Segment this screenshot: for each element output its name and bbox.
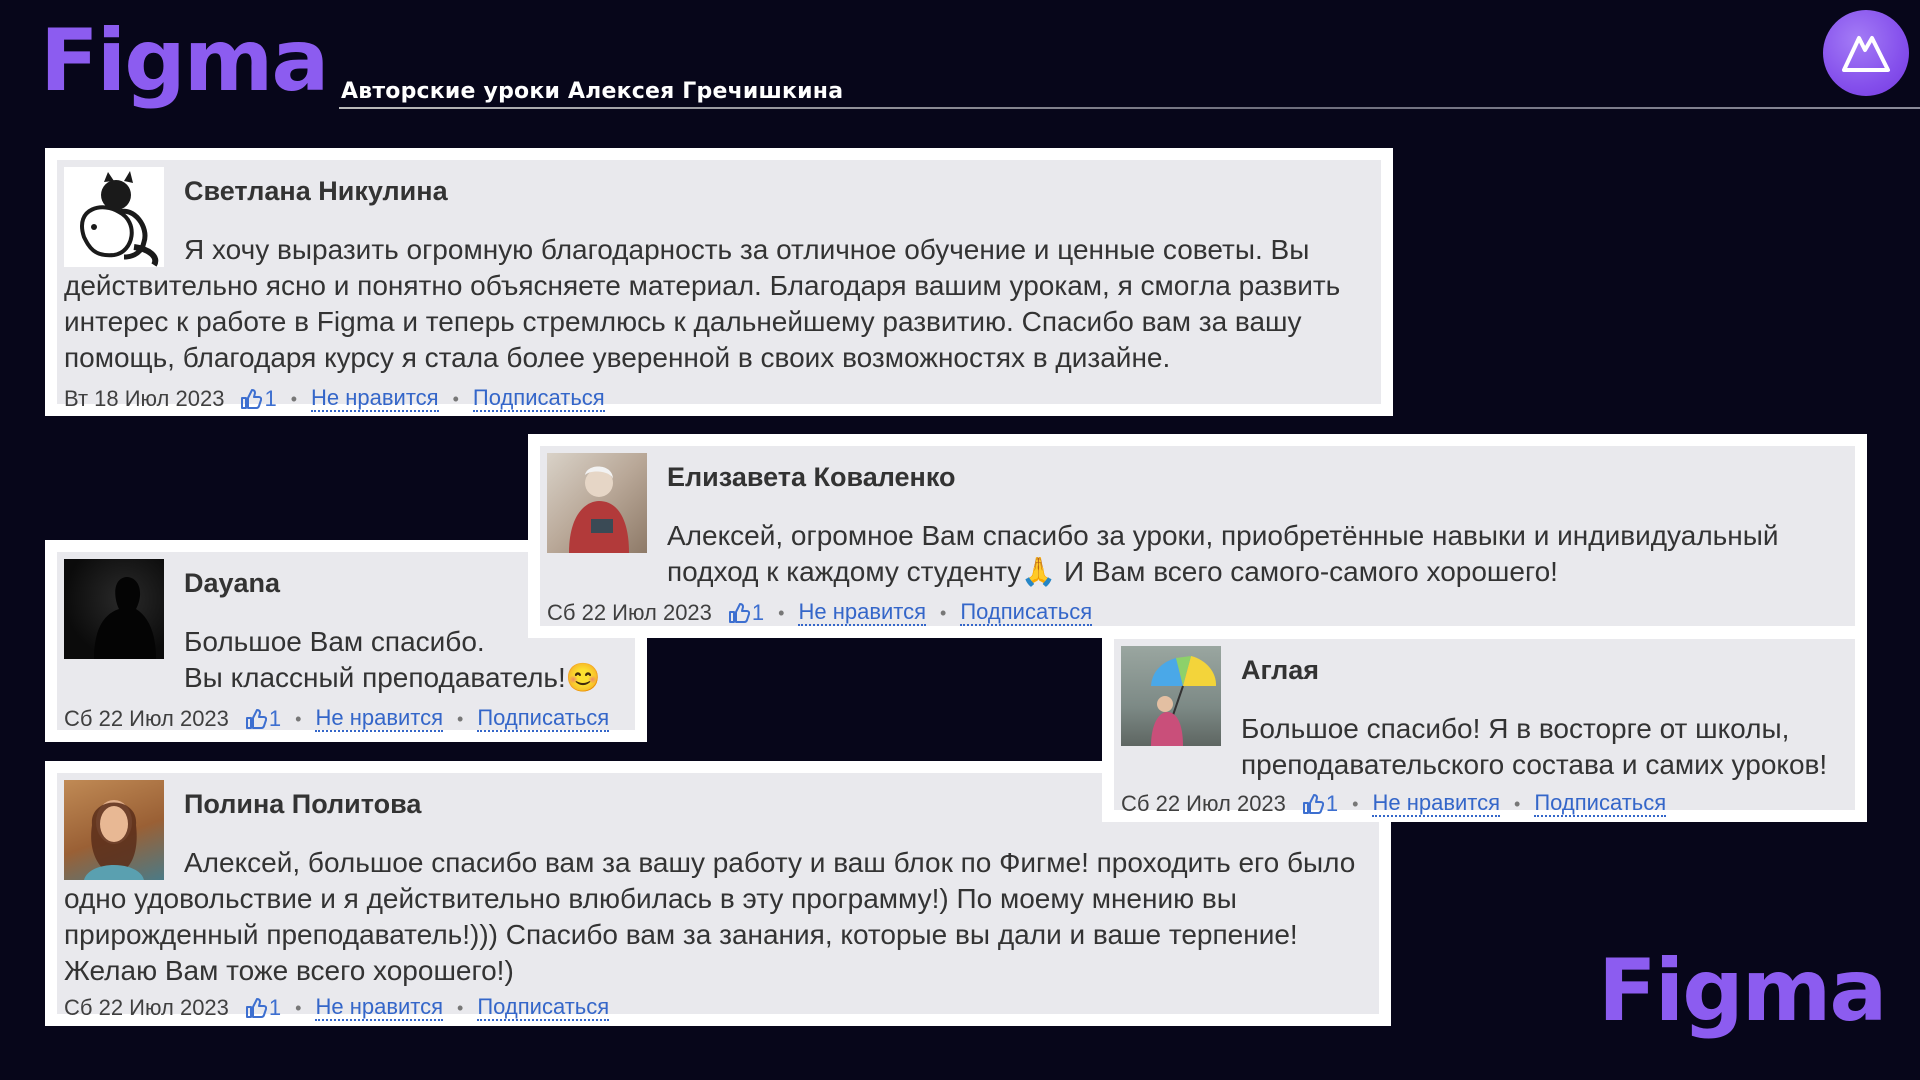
review-text: Алексей, огромное Вам спасибо за уроки, … xyxy=(667,518,1778,590)
review-card: Елизавета Коваленко Алексей, огромное Ва… xyxy=(528,434,1867,638)
separator-dot: • xyxy=(452,388,459,409)
like-button[interactable]: 1 xyxy=(245,706,281,732)
review-line: Большое спасибо! Я в восторге от школы, xyxy=(1241,713,1790,744)
header-divider xyxy=(339,107,1920,109)
review-card: Аглая Большое спасибо! Я в восторге от ш… xyxy=(1102,627,1867,822)
review-date: Сб 22 Июл 2023 xyxy=(64,995,229,1020)
separator-dot: • xyxy=(1352,793,1359,814)
review-text: Алексей, большое спасибо вам за вашу раб… xyxy=(64,847,1356,986)
like-count: 1 xyxy=(751,600,765,625)
review-date: Вт 18 Июл 2023 xyxy=(64,386,225,411)
review-text: Большое спасибо! Я в восторге от школы, … xyxy=(1241,711,1827,783)
review-date: Сб 22 Июл 2023 xyxy=(547,600,712,625)
thumbs-up-icon xyxy=(728,603,750,623)
mountain-logo-icon xyxy=(1842,36,1890,72)
dislike-link[interactable]: Не нравится xyxy=(798,600,927,626)
like-button[interactable]: 1 xyxy=(1302,791,1338,817)
thumbs-up-icon xyxy=(1302,794,1324,814)
like-count: 1 xyxy=(1325,791,1339,816)
review-meta: Вт 18 Июл 2023 1 • Не нравится • Подписа… xyxy=(64,386,605,412)
review-date: Сб 22 Июл 2023 xyxy=(1121,791,1286,816)
separator-dot: • xyxy=(295,708,302,729)
thumbs-up-icon xyxy=(241,389,263,409)
separator-dot: • xyxy=(457,708,464,729)
subscribe-link[interactable]: Подписаться xyxy=(1534,791,1667,817)
woman-photo-avatar xyxy=(547,453,647,553)
figma-logo-footer: Figma xyxy=(1598,941,1887,1041)
umbrella-photo-avatar xyxy=(1121,646,1221,746)
like-button[interactable]: 1 xyxy=(245,995,281,1021)
page-subtitle: Авторские уроки Алексея Гречишкина xyxy=(341,79,844,104)
thumbs-up-icon xyxy=(245,998,267,1018)
separator-dot: • xyxy=(1514,793,1521,814)
subscribe-link[interactable]: Подписаться xyxy=(960,600,1093,626)
review-author: Светлана Никулина xyxy=(184,176,448,206)
separator-dot: • xyxy=(290,388,297,409)
subscribe-link[interactable]: Подписаться xyxy=(472,386,605,412)
review-meta: Сб 22 Июл 2023 1 • Не нравится • Подписа… xyxy=(547,600,1093,626)
dark-silhouette-avatar xyxy=(64,559,164,659)
review-line: Вы классный преподаватель!😊 xyxy=(184,662,601,693)
dislike-link[interactable]: Не нравится xyxy=(315,706,444,732)
like-count: 1 xyxy=(264,386,277,411)
like-count: 1 xyxy=(268,706,282,731)
review-text: Я хочу выразить огромную благодарность з… xyxy=(64,234,1341,373)
thumbs-up-icon xyxy=(245,709,267,729)
review-line: подход к каждому студенту🙏 И Вам всего с… xyxy=(667,556,1558,587)
dislike-link[interactable]: Не нравится xyxy=(1372,791,1501,817)
dislike-link[interactable]: Не нравится xyxy=(315,995,444,1021)
like-count: 1 xyxy=(268,995,282,1020)
subscribe-link[interactable]: Подписаться xyxy=(477,706,610,732)
review-author: Dayana xyxy=(184,568,281,598)
review-author: Елизавета Коваленко xyxy=(667,462,956,492)
separator-dot: • xyxy=(457,997,464,1018)
review-meta: Сб 22 Июл 2023 1 • Не нравится • Подписа… xyxy=(64,995,610,1021)
review-meta: Сб 22 Июл 2023 1 • Не нравится • Подписа… xyxy=(1121,791,1667,817)
dislike-link[interactable]: Не нравится xyxy=(311,386,439,412)
review-date: Сб 22 Июл 2023 xyxy=(64,706,229,731)
review-card: Светлана Никулина Я хочу выразить огромн… xyxy=(45,148,1393,416)
review-line: преподавательского состава и самих уроко… xyxy=(1241,749,1828,780)
review-author: Аглая xyxy=(1241,655,1319,685)
review-meta: Сб 22 Июл 2023 1 • Не нравится • Подписа… xyxy=(64,706,610,732)
separator-dot: • xyxy=(295,997,302,1018)
review-line: Алексей, огромное Вам спасибо за уроки, … xyxy=(667,520,1779,551)
like-button[interactable]: 1 xyxy=(728,600,764,626)
subscribe-link[interactable]: Подписаться xyxy=(477,995,610,1021)
review-author: Полина Политова xyxy=(184,789,422,819)
like-button[interactable]: 1 xyxy=(240,386,277,412)
separator-dot: • xyxy=(778,602,785,623)
separator-dot: • xyxy=(940,602,947,623)
brand-logo xyxy=(1823,10,1909,96)
figma-logo: Figma xyxy=(40,11,329,111)
